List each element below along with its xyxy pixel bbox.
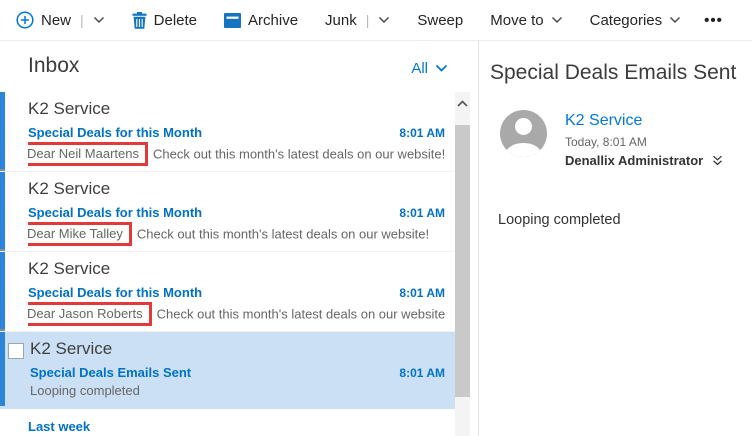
email-sender: K2 Service — [28, 258, 445, 279]
email-sender: K2 Service — [28, 178, 445, 199]
reading-pane: Special Deals Emails Sent K2 Service Tod… — [479, 41, 752, 436]
email-list-item[interactable]: K2 Service Special Deals for this Month … — [0, 252, 455, 332]
scrollbar-thumb[interactable] — [455, 125, 470, 397]
unread-indicator — [0, 252, 5, 329]
filter-all-dropdown[interactable]: All — [411, 60, 448, 77]
archive-button[interactable]: Archive — [224, 12, 298, 29]
toolbar-separator: | — [80, 12, 84, 28]
email-preview: Dear Jason Roberts Check out this month's… — [28, 302, 445, 326]
command-toolbar: New | Delete Archive — [0, 0, 752, 41]
unread-indicator — [0, 92, 5, 169]
person-avatar-icon[interactable] — [500, 110, 547, 157]
email-subject: Special Deals for this Month — [28, 285, 202, 300]
email-subject: Special Deals for this Month — [28, 125, 202, 140]
message-body: Looping completed — [498, 212, 752, 228]
email-sender: K2 Service — [30, 338, 445, 359]
email-preview-text: Check out this month's latest deals on o… — [137, 227, 429, 242]
email-checkbox[interactable] — [8, 343, 24, 359]
message-timestamp: Today, 8:01 AM — [565, 135, 723, 149]
scroll-up-button[interactable] — [455, 95, 470, 111]
outlook-window: New | Delete Archive — [0, 0, 752, 436]
email-list-item[interactable]: K2 Service Special Deals for this Month … — [0, 92, 455, 172]
list-scrollbar[interactable] — [455, 92, 470, 436]
email-time: 8:01 AM — [399, 206, 445, 220]
toolbar-separator: | — [366, 12, 370, 28]
chevron-down-icon — [93, 16, 105, 24]
sweep-button-label: Sweep — [417, 12, 463, 29]
categories-button[interactable]: Categories — [590, 12, 682, 29]
move-to-button[interactable]: Move to — [490, 12, 562, 29]
junk-dropdown-button[interactable] — [378, 16, 390, 24]
email-preview-text: Check out this month's latest deals on o… — [157, 307, 445, 322]
email-preview: Dear Mike Talley Check out this month's l… — [28, 222, 445, 246]
trash-icon — [132, 12, 147, 29]
email-list: K2 Service Special Deals for this Month … — [0, 92, 455, 436]
email-preview: Dear Neil Maartens Check out this month's… — [28, 142, 445, 166]
archive-button-label: Archive — [248, 12, 298, 29]
chevron-down-icon — [378, 16, 390, 24]
sender-name-link[interactable]: K2 Service — [565, 111, 723, 131]
delete-button[interactable]: Delete — [132, 12, 197, 29]
email-preview: Looping completed — [30, 382, 445, 406]
delete-button-label: Delete — [154, 12, 197, 29]
categories-button-label: Categories — [590, 12, 663, 29]
email-subject: Special Deals for this Month — [28, 205, 202, 220]
email-subject: Special Deals Emails Sent — [30, 365, 191, 380]
plus-circle-icon — [16, 11, 34, 29]
new-dropdown-button[interactable] — [93, 16, 105, 24]
move-to-button-label: Move to — [490, 12, 543, 29]
junk-button-label: Junk — [325, 12, 357, 29]
sender-block: K2 Service Today, 8:01 AM Denallix Admin… — [500, 110, 752, 168]
email-preview-text: Check out this month's latest deals on o… — [153, 147, 445, 162]
annotation-red-box: Dear Mike Talley — [28, 222, 132, 246]
email-time: 8:01 AM — [399, 126, 445, 140]
unread-indicator — [0, 172, 5, 249]
email-sender: K2 Service — [28, 98, 445, 119]
more-commands-button[interactable]: ••• — [704, 12, 723, 29]
recipient-name: Denallix Administrator — [565, 153, 703, 168]
list-header: Inbox All — [0, 41, 470, 92]
email-preview-text: Looping completed — [30, 383, 140, 398]
annotation-red-box: Dear Jason Roberts — [28, 302, 152, 326]
email-list-item[interactable]: K2 Service Special Deals for this Month … — [0, 172, 455, 252]
new-button[interactable]: New — [16, 11, 71, 29]
filter-label: All — [411, 60, 428, 77]
inbox-title: Inbox — [28, 54, 79, 78]
archive-box-icon — [224, 13, 241, 28]
avatar-shoulders — [506, 143, 541, 157]
message-list-pane: Inbox All K2 Service Special Deals for t… — [0, 41, 470, 436]
sweep-button[interactable]: Sweep — [417, 12, 463, 29]
chevron-down-icon — [669, 16, 681, 24]
group-header-last-week[interactable]: Last week — [28, 419, 455, 434]
new-button-label: New — [41, 12, 71, 29]
double-chevron-down-icon[interactable] — [712, 155, 723, 166]
junk-button[interactable]: Junk — [325, 12, 357, 29]
email-time: 8:01 AM — [399, 286, 445, 300]
chevron-up-icon — [457, 100, 468, 107]
message-title: Special Deals Emails Sent — [490, 61, 752, 85]
avatar-head — [515, 118, 532, 135]
unread-indicator — [0, 332, 5, 406]
email-list-item-selected[interactable]: K2 Service Special Deals Emails Sent 8:0… — [0, 332, 455, 409]
email-time: 8:01 AM — [399, 366, 445, 380]
chevron-down-icon — [551, 16, 563, 24]
annotation-red-box: Dear Neil Maartens — [28, 142, 148, 166]
chevron-down-icon — [435, 64, 448, 73]
